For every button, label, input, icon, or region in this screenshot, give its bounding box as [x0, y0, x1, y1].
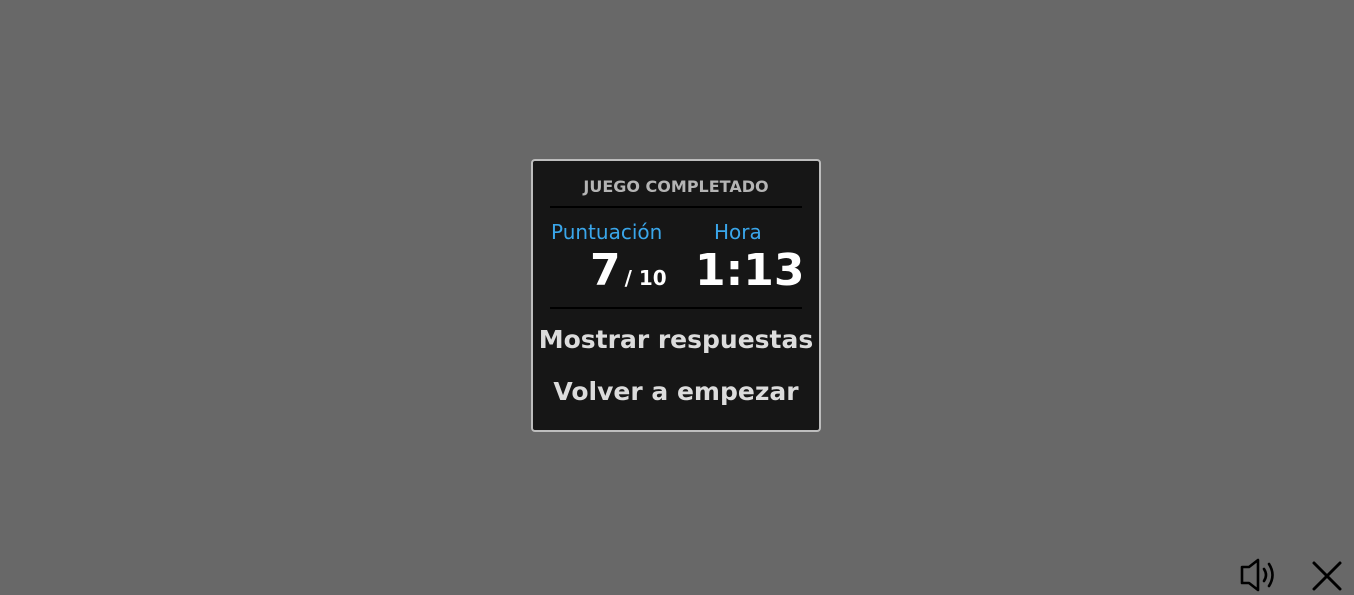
sound-button[interactable]	[1239, 556, 1281, 595]
show-answers-button[interactable]: Mostrar respuestas	[533, 325, 819, 354]
divider	[550, 206, 802, 208]
dialog-title: JUEGO COMPLETADO	[583, 177, 769, 196]
speaker-icon	[1240, 558, 1274, 592]
restart-button[interactable]: Volver a empezar	[533, 377, 819, 406]
time-value: 1:13	[695, 245, 805, 296]
score-number: 7	[590, 245, 621, 296]
close-button[interactable]	[1306, 556, 1348, 595]
score-total: / 10	[624, 266, 667, 290]
score-value: 7/ 10	[590, 245, 667, 296]
close-icon	[1312, 561, 1342, 591]
score-label: Puntuación	[551, 220, 663, 244]
game-stage: JUEGO COMPLETADO Puntuación Hora 7/ 10 1…	[0, 0, 1354, 595]
time-label: Hora	[714, 220, 762, 244]
game-complete-dialog: JUEGO COMPLETADO Puntuación Hora 7/ 10 1…	[531, 159, 821, 432]
divider	[550, 307, 802, 309]
